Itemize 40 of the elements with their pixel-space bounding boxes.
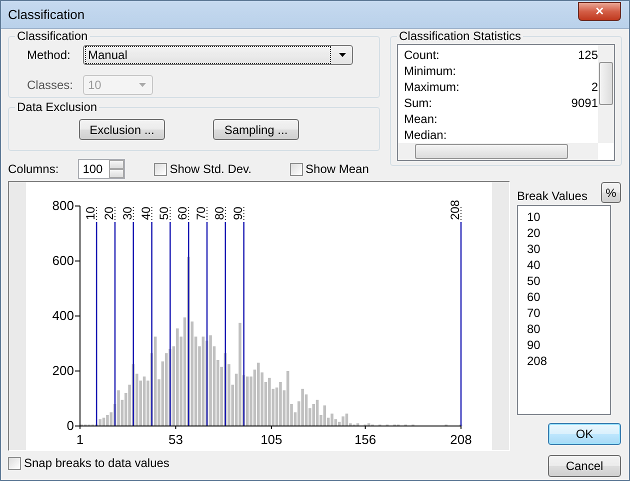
break-label: 208 — [448, 200, 462, 220]
field-label: Columns: — [8, 162, 59, 176]
stat-label: Mean: — [404, 112, 438, 126]
break-label: 50 — [157, 206, 172, 220]
y-tick-label: 0 — [66, 418, 74, 433]
stat-label: Count: — [404, 48, 440, 62]
x-tick-label: 1 — [76, 432, 84, 447]
break-label: 60 — [176, 206, 190, 220]
break-label: 30 — [120, 206, 134, 220]
break-label: 20 — [102, 206, 116, 220]
x-tick-label: 208 — [450, 432, 472, 447]
break-label: 90 — [230, 206, 245, 220]
break-label: 70 — [194, 206, 208, 220]
y-tick-label: 200 — [52, 363, 74, 378]
list-label: Break Values — [517, 189, 588, 203]
break-label: 10 — [84, 206, 98, 220]
checkbox-label: Show Std. Dev. — [170, 162, 252, 176]
group-title: Classification — [15, 29, 90, 43]
stat-value: 125 — [578, 48, 598, 62]
x-tick-label: 156 — [354, 432, 376, 447]
group-title: Classification Statistics — [397, 29, 524, 43]
checkbox-label: Snap breaks to data values — [24, 456, 170, 470]
stat-label: Maximum: — [404, 80, 460, 94]
stat-value: 9091 — [571, 96, 598, 110]
y-tick-label: 800 — [52, 198, 74, 213]
stat-label: Median: — [404, 128, 447, 142]
break-label: 40 — [138, 206, 153, 220]
field-label: Classes: — [26, 78, 74, 92]
window-title: Classification — [8, 7, 85, 22]
field-label: Method: — [26, 48, 72, 62]
group-title: Data Exclusion — [15, 100, 100, 114]
stat-value: 2 — [591, 80, 598, 94]
stat-label: Sum: — [404, 96, 432, 110]
x-tick-label: 53 — [168, 432, 183, 447]
y-tick-label: 400 — [52, 308, 74, 323]
checkbox-label: Show Mean — [306, 162, 369, 176]
stat-label: Minimum: — [404, 64, 456, 78]
x-tick-label: 105 — [260, 432, 282, 447]
y-tick-label: 600 — [52, 253, 74, 268]
break-label: 80 — [212, 206, 226, 220]
